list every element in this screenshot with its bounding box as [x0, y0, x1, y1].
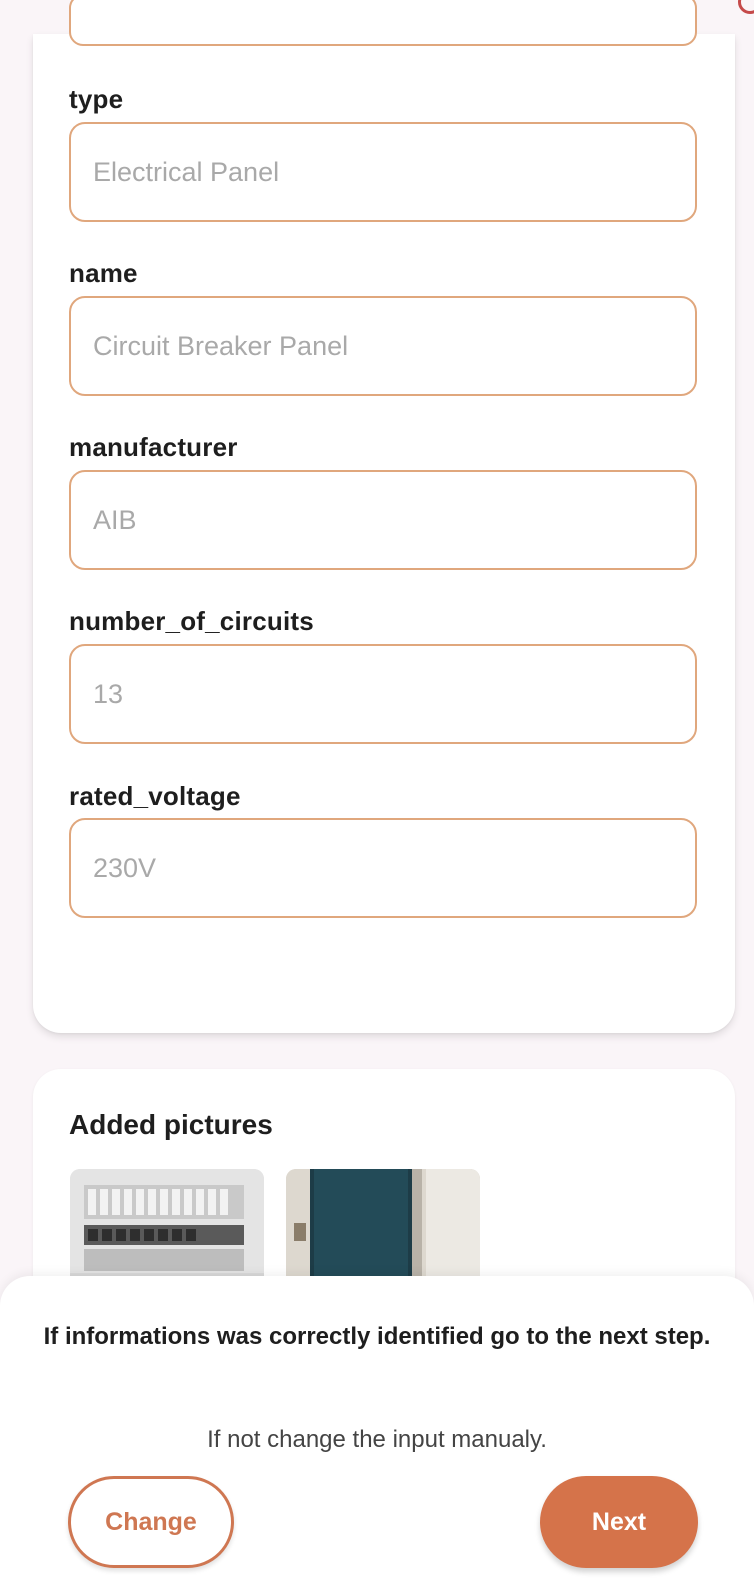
field-label-type: type — [69, 84, 124, 114]
field-label-number-of-circuits: number_of_circuits — [69, 606, 314, 636]
field-label-name: name — [69, 258, 138, 288]
number-of-circuits-input[interactable]: 13 — [69, 644, 697, 744]
status-indicator-icon — [738, 0, 754, 14]
confirmation-bottom-sheet: If informations was correctly identified… — [0, 1276, 754, 1588]
details-form-card: type Electrical Panel name Circuit Break… — [33, 0, 735, 1033]
confirmation-message: If informations was correctly identified… — [43, 1323, 711, 1350]
field-label-manufacturer: manufacturer — [69, 432, 238, 462]
next-button[interactable]: Next — [540, 1476, 698, 1568]
manufacturer-input[interactable]: AIB — [69, 470, 697, 570]
manual-change-hint: If not change the input manualy. — [207, 1426, 547, 1453]
change-button[interactable]: Change — [68, 1476, 234, 1568]
screen: type Electrical Panel name Circuit Break… — [0, 0, 754, 1588]
rated-voltage-input[interactable]: 230V — [69, 818, 697, 918]
name-input[interactable]: Circuit Breaker Panel — [69, 296, 697, 396]
type-input[interactable]: Electrical Panel — [69, 122, 697, 222]
added-pictures-title: Added pictures — [69, 1109, 273, 1140]
field-label-rated-voltage: rated_voltage — [69, 781, 241, 811]
previous-field-input[interactable] — [69, 0, 697, 46]
